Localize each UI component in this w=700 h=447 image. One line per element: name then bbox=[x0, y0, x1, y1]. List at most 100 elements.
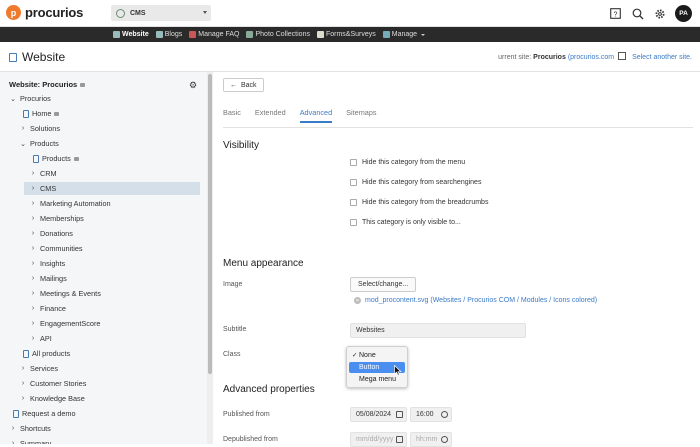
nav-forms-surveys[interactable]: Forms&Surveys bbox=[316, 31, 376, 38]
tree-item[interactable]: Request a demo bbox=[13, 407, 76, 420]
chevron-right-icon[interactable]: › bbox=[29, 305, 37, 312]
tree-item[interactable]: ⌄ Procurios bbox=[9, 92, 51, 105]
published-date-input[interactable]: 05/08/2024 bbox=[350, 407, 407, 422]
clock-icon[interactable] bbox=[441, 411, 448, 418]
tree-item[interactable]: › Communities bbox=[29, 242, 83, 255]
help-icon[interactable]: ? bbox=[609, 7, 622, 20]
current-site-link[interactable]: (procurios.com bbox=[568, 54, 614, 61]
nav-manage[interactable]: Manage bbox=[382, 31, 426, 38]
tree-item[interactable]: › CMS bbox=[24, 182, 200, 195]
depublished-time-input[interactable]: hh:mm bbox=[410, 432, 452, 447]
tab-sitemaps[interactable]: Sitemaps bbox=[346, 108, 376, 123]
tree-item[interactable]: › Insights bbox=[29, 257, 65, 270]
chevron-right-icon[interactable]: › bbox=[29, 215, 37, 222]
page-icon bbox=[13, 409, 19, 418]
file-link[interactable]: mod_procontent.svg (Websites / Procurios… bbox=[365, 297, 597, 304]
tree-item[interactable]: › Memberships bbox=[29, 212, 84, 225]
calendar-icon[interactable] bbox=[396, 411, 403, 418]
procurios-logo[interactable]: p procurios bbox=[6, 5, 83, 20]
checkbox[interactable] bbox=[350, 199, 357, 206]
chevron-right-icon[interactable]: › bbox=[29, 185, 37, 192]
chevron-right-icon[interactable]: › bbox=[19, 125, 27, 132]
tab-advanced[interactable]: Advanced bbox=[299, 108, 333, 123]
tree-item-label: All products bbox=[32, 349, 71, 358]
tree-item[interactable]: ⌄ Products bbox=[19, 137, 59, 150]
tree-item[interactable]: › Mailings bbox=[29, 272, 67, 285]
nav-label: Manage FAQ bbox=[198, 31, 240, 38]
tree-item[interactable]: › Marketing Automation bbox=[29, 197, 111, 210]
avatar[interactable]: PA bbox=[675, 5, 692, 22]
logo-mark: p bbox=[6, 5, 21, 20]
hide-from-searchengines-option[interactable]: Hide this category from searchengines bbox=[350, 179, 481, 186]
tree-item[interactable]: Products bbox=[33, 152, 79, 165]
tree-item[interactable]: › Donations bbox=[29, 227, 73, 240]
checkbox[interactable] bbox=[350, 159, 357, 166]
nav-photo-collections[interactable]: Photo Collections bbox=[246, 31, 310, 38]
chevron-right-icon[interactable]: › bbox=[29, 245, 37, 252]
tree-item[interactable]: › EngagementScore bbox=[29, 317, 101, 330]
tree-item-label: EngagementScore bbox=[40, 319, 101, 328]
tree-item[interactable]: › Shortcuts bbox=[9, 422, 51, 435]
tree-item[interactable]: › Finance bbox=[29, 302, 66, 315]
tree-item-label: Request a demo bbox=[22, 409, 76, 418]
nav-manage-faq[interactable]: Manage FAQ bbox=[189, 31, 239, 38]
calendar-icon[interactable] bbox=[396, 436, 403, 443]
only-visible-to-option[interactable]: This category is only visible to... bbox=[350, 219, 461, 226]
nav-website[interactable]: Website bbox=[113, 31, 149, 38]
gear-icon[interactable]: ⚙ bbox=[189, 80, 197, 91]
chevron-right-icon[interactable]: › bbox=[9, 425, 17, 432]
scrollbar-thumb[interactable] bbox=[208, 74, 212, 374]
chevron-down-icon bbox=[421, 33, 426, 36]
tab-extended[interactable]: Extended bbox=[255, 108, 286, 123]
checkbox[interactable] bbox=[350, 219, 357, 226]
nav-blogs[interactable]: Blogs bbox=[155, 31, 182, 38]
tree-item[interactable]: › Knowledge Base bbox=[19, 392, 85, 405]
select-change-button[interactable]: Select/change... bbox=[350, 277, 417, 292]
chevron-right-icon[interactable]: › bbox=[29, 200, 37, 207]
lock-icon bbox=[80, 83, 86, 87]
chevron-right-icon[interactable]: › bbox=[29, 260, 37, 267]
tree-item-label: Marketing Automation bbox=[40, 199, 111, 208]
tree-item[interactable]: › Customer Stories bbox=[19, 377, 87, 390]
chevron-down-icon[interactable]: ⌄ bbox=[9, 95, 17, 103]
chevron-right-icon[interactable]: › bbox=[29, 335, 37, 342]
chevron-right-icon[interactable]: › bbox=[29, 290, 37, 297]
chevron-right-icon[interactable]: › bbox=[29, 275, 37, 282]
tree-item[interactable]: › API bbox=[29, 332, 52, 345]
chevron-right-icon[interactable]: › bbox=[9, 440, 17, 444]
chevron-right-icon[interactable]: › bbox=[19, 380, 27, 387]
chevron-down-icon[interactable]: ⌄ bbox=[19, 140, 27, 148]
tree-item[interactable]: › CRM bbox=[29, 167, 57, 180]
depublished-date-input[interactable]: mm/dd/yyyy bbox=[350, 432, 407, 447]
class-option-none[interactable]: ✓ None bbox=[349, 350, 405, 361]
tree-item[interactable]: › Solutions bbox=[19, 122, 60, 135]
tree-item[interactable]: › Meetings & Events bbox=[29, 287, 101, 300]
tree-item[interactable]: › Summary bbox=[9, 437, 51, 444]
tab-basic[interactable]: Basic bbox=[223, 108, 241, 123]
hide-from-menu-option[interactable]: Hide this category from the menu bbox=[350, 159, 465, 166]
tree-item-label: Shortcuts bbox=[20, 424, 51, 433]
select-another-site-link[interactable]: Select another site. bbox=[632, 54, 692, 61]
chevron-right-icon[interactable]: › bbox=[29, 230, 37, 237]
chevron-right-icon[interactable]: › bbox=[29, 320, 37, 327]
page-icon bbox=[33, 154, 39, 163]
image-label: Image bbox=[223, 281, 243, 288]
checkbox[interactable] bbox=[350, 179, 357, 186]
external-link-icon[interactable] bbox=[618, 52, 627, 60]
search-icon[interactable] bbox=[631, 7, 644, 20]
clock-icon[interactable] bbox=[441, 436, 448, 443]
published-time-input[interactable]: 16:00 bbox=[410, 407, 452, 422]
tree-item[interactable]: Home bbox=[23, 107, 60, 120]
chevron-right-icon[interactable]: › bbox=[19, 395, 27, 402]
forms-icon bbox=[316, 31, 324, 38]
remove-icon[interactable]: ✕ bbox=[354, 297, 361, 304]
gear-icon[interactable] bbox=[653, 7, 666, 20]
back-button[interactable]: ← Back bbox=[223, 78, 264, 92]
subtitle-input[interactable]: Websites bbox=[350, 323, 526, 338]
tree-item[interactable]: All products bbox=[23, 347, 70, 360]
chevron-right-icon[interactable]: › bbox=[19, 365, 27, 372]
site-selector[interactable]: CMS bbox=[111, 5, 211, 21]
tree-item[interactable]: › Services bbox=[19, 362, 58, 375]
chevron-right-icon[interactable]: › bbox=[29, 170, 37, 177]
hide-from-breadcrumbs-option[interactable]: Hide this category from the breadcrumbs bbox=[350, 199, 488, 206]
